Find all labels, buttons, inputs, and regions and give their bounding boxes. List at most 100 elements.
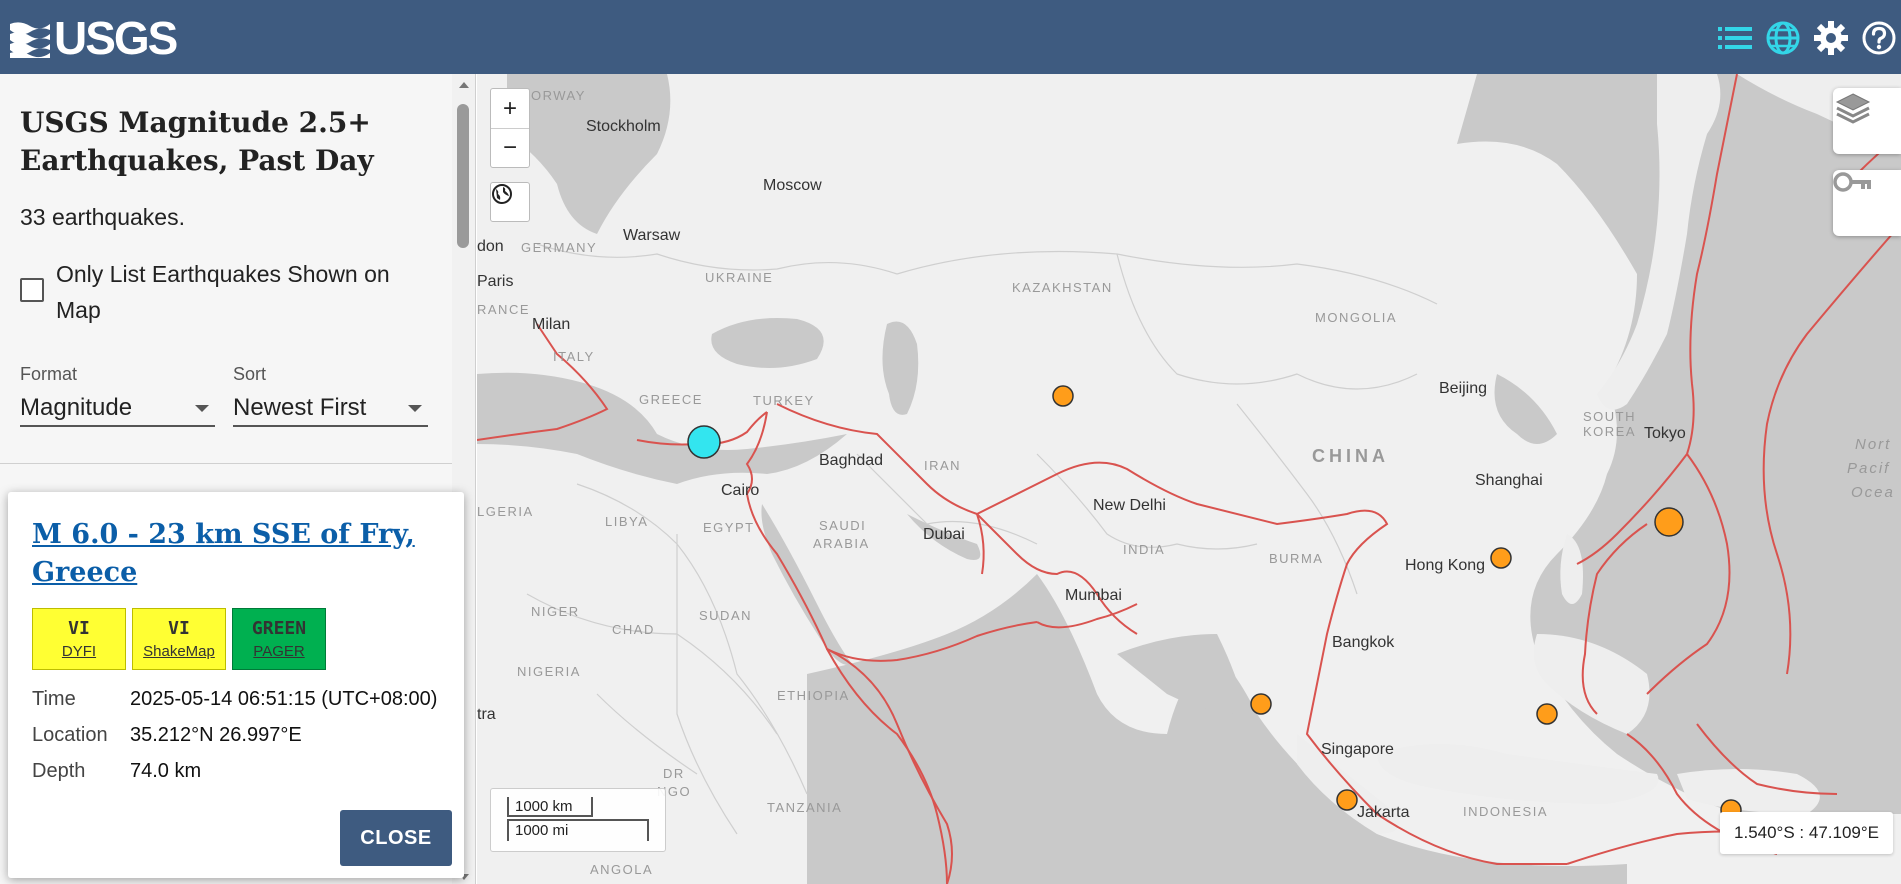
country-label: ORWAY bbox=[531, 88, 586, 103]
earthquake-details: Time 2025-05-14 06:51:15 (UTC+08:00) Loc… bbox=[32, 688, 437, 796]
legend-button[interactable] bbox=[1833, 170, 1901, 236]
city-label: Hong Kong bbox=[1405, 557, 1486, 574]
country-label: ITALY bbox=[553, 349, 595, 364]
country-label: RANCE bbox=[477, 302, 531, 317]
earthquake-title-link[interactable]: M 6.0 - 23 km SSE of Fry, Greece bbox=[32, 516, 442, 592]
city-label: tra bbox=[477, 706, 496, 723]
country-label: KOREA bbox=[1583, 424, 1637, 439]
city-label: New Delhi bbox=[1093, 497, 1166, 514]
world-view-button[interactable] bbox=[490, 182, 530, 222]
zoom-control: + − bbox=[490, 88, 530, 168]
pager-level: GREEN bbox=[251, 618, 307, 639]
layers-button[interactable] bbox=[1833, 88, 1901, 154]
country-label: EGYPT bbox=[703, 520, 755, 535]
ocean-label: Pacif bbox=[1847, 460, 1891, 477]
city-label: Bangkok bbox=[1332, 634, 1395, 651]
format-select[interactable]: Magnitude bbox=[20, 391, 215, 427]
shakemap-intensity: VI bbox=[168, 618, 190, 639]
key-icon bbox=[1833, 172, 1871, 192]
city-label: Beijing bbox=[1439, 380, 1488, 397]
dyfi-badge[interactable]: VI DYFI bbox=[32, 608, 126, 670]
country-label: TANZANIA bbox=[767, 800, 843, 815]
depth-value: 74.0 km bbox=[130, 760, 202, 782]
country-label: ANGOLA bbox=[590, 862, 654, 877]
impact-badges: VI DYFI VI ShakeMap GREEN PAGER bbox=[32, 608, 332, 670]
help-icon[interactable] bbox=[1857, 16, 1901, 60]
list-divider bbox=[0, 463, 452, 464]
time-row: Time 2025-05-14 06:51:15 (UTC+08:00) bbox=[32, 688, 437, 724]
location-value: 35.212°N 26.997°E bbox=[130, 724, 302, 746]
country-label: GERMANY bbox=[521, 240, 598, 255]
country-label: GREECE bbox=[639, 392, 703, 407]
earthquake-marker[interactable] bbox=[1250, 693, 1272, 715]
list-title: USGS Magnitude 2.5+ Earthquakes, Past Da… bbox=[20, 106, 374, 177]
list-icon[interactable] bbox=[1713, 16, 1757, 60]
selected-earthquake-marker[interactable] bbox=[687, 425, 721, 459]
map-canvas bbox=[477, 74, 1901, 884]
country-label: BURMA bbox=[1269, 551, 1324, 566]
country-label: NIGERIA bbox=[517, 664, 581, 679]
scale-mi: 1000 mi bbox=[507, 819, 649, 841]
country-label: LGERIA bbox=[477, 504, 534, 519]
country-label: TURKEY bbox=[753, 393, 815, 408]
only-shown-on-map-option[interactable]: Only List Earthquakes Shown on Map bbox=[20, 256, 416, 328]
usgs-logo[interactable]: USGS bbox=[10, 15, 178, 61]
globe-icon[interactable] bbox=[1761, 16, 1805, 60]
city-label: don bbox=[477, 238, 504, 255]
usgs-wave-icon bbox=[10, 18, 50, 58]
earthquake-marker[interactable] bbox=[1490, 547, 1512, 569]
city-label: Dubai bbox=[923, 526, 965, 543]
gear-icon[interactable] bbox=[1809, 16, 1853, 60]
earthquake-map[interactable]: Stockholm Moscow Warsaw don Paris Milan … bbox=[477, 74, 1901, 884]
country-label: SOUTH bbox=[1583, 409, 1636, 424]
earthquake-marker[interactable] bbox=[1052, 385, 1074, 407]
country-label: IRAN bbox=[924, 458, 962, 473]
dyfi-intensity: VI bbox=[68, 618, 90, 639]
country-label: NIGER bbox=[531, 604, 580, 619]
chevron-down-icon bbox=[195, 404, 209, 412]
dyfi-label: DYFI bbox=[61, 643, 97, 660]
country-label: INDIA bbox=[1123, 542, 1166, 557]
sort-label: Sort bbox=[233, 364, 267, 384]
country-label: INDONESIA bbox=[1463, 804, 1549, 819]
sort-field: Sort Newest First bbox=[233, 364, 428, 427]
city-label: Tokyo bbox=[1644, 425, 1686, 442]
city-label: Moscow bbox=[763, 177, 822, 194]
scroll-thumb[interactable] bbox=[457, 104, 469, 248]
app-header: USGS bbox=[0, 0, 1901, 74]
country-label: SUDAN bbox=[699, 608, 753, 623]
scale-km: 1000 km bbox=[507, 797, 593, 817]
earthquake-marker[interactable] bbox=[1336, 789, 1358, 811]
format-label: Format bbox=[20, 364, 78, 384]
format-field: Format Magnitude bbox=[20, 364, 215, 427]
earthquake-count: 33 earthquakes. bbox=[20, 204, 185, 230]
country-label: ARABIA bbox=[813, 536, 870, 551]
earthquake-marker[interactable] bbox=[1654, 507, 1684, 537]
format-value: Magnitude bbox=[20, 394, 133, 421]
country-label: KAZAKHSTAN bbox=[1012, 280, 1113, 295]
country-label: ETHIOPIA bbox=[777, 688, 850, 703]
globe-icon bbox=[492, 184, 512, 204]
scroll-up-icon[interactable] bbox=[459, 82, 469, 88]
only-shown-on-map-label[interactable]: Only List Earthquakes Shown on Map bbox=[56, 256, 416, 328]
city-label: Stockholm bbox=[586, 118, 661, 135]
earthquake-marker[interactable] bbox=[1536, 703, 1558, 725]
ocean-label: Nort bbox=[1855, 436, 1892, 453]
shakemap-badge[interactable]: VI ShakeMap bbox=[132, 608, 226, 670]
city-label: Warsaw bbox=[623, 227, 681, 244]
close-button[interactable]: CLOSE bbox=[340, 810, 452, 866]
pager-badge[interactable]: GREEN PAGER bbox=[232, 608, 326, 670]
layers-icon bbox=[1835, 93, 1871, 124]
sort-select[interactable]: Newest First bbox=[233, 391, 428, 427]
earthquake-popup: M 6.0 - 23 km SSE of Fry, Greece VI DYFI… bbox=[8, 492, 464, 878]
country-label-china: CHINA bbox=[1312, 446, 1389, 466]
zoom-in-button[interactable]: + bbox=[491, 89, 529, 128]
country-label: CHAD bbox=[612, 622, 655, 637]
country-label: SAUDI bbox=[819, 518, 867, 533]
location-label: Location bbox=[32, 724, 108, 746]
chevron-down-icon bbox=[408, 404, 422, 412]
only-shown-on-map-checkbox[interactable] bbox=[20, 278, 44, 302]
zoom-out-button[interactable]: − bbox=[491, 128, 529, 167]
country-label: MONGOLIA bbox=[1315, 310, 1398, 325]
depth-row: Depth 74.0 km bbox=[32, 760, 437, 796]
